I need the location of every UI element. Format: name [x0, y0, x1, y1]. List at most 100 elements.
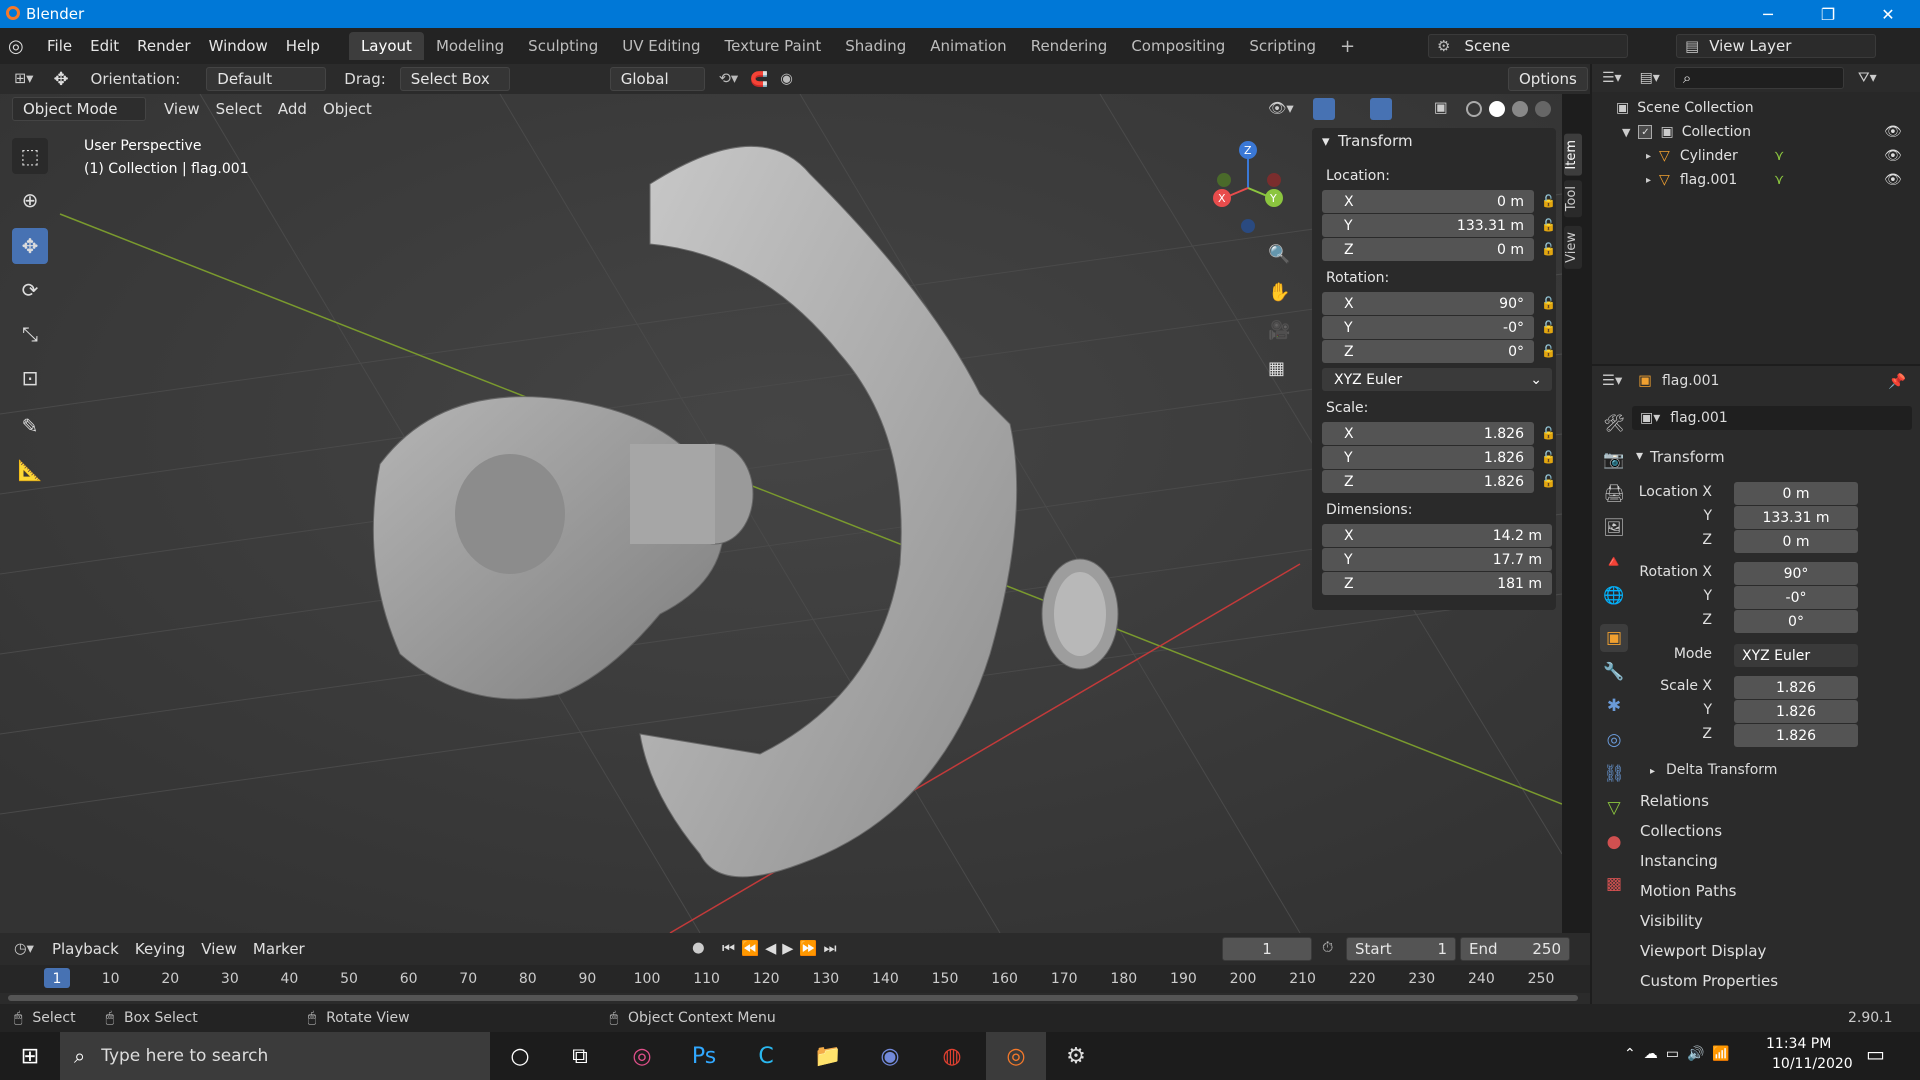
- options-dropdown[interactable]: Options: [1508, 67, 1588, 91]
- outliner-search-input[interactable]: ⌕: [1673, 67, 1844, 89]
- props-rotation-x[interactable]: 90°: [1734, 562, 1858, 585]
- tab-modeling[interactable]: Modeling: [424, 32, 516, 60]
- add-workspace-button[interactable]: +: [1328, 31, 1367, 62]
- tab-scripting[interactable]: Scripting: [1237, 32, 1328, 60]
- view-layer-selector[interactable]: ▤ View Layer: [1676, 34, 1876, 58]
- tab-compositing[interactable]: Compositing: [1119, 32, 1237, 60]
- panel-collections[interactable]: Collections: [1640, 822, 1722, 840]
- playback-menu[interactable]: Playback: [44, 937, 127, 961]
- windows-start-icon[interactable]: ⊞: [6, 1038, 54, 1074]
- eye-icon[interactable]: 👁: [1884, 172, 1902, 188]
- pin-icon[interactable]: 📌: [1888, 373, 1906, 390]
- start-frame-field[interactable]: Start 1: [1346, 937, 1456, 961]
- lock-icon[interactable]: 🔓: [1541, 474, 1556, 488]
- panel-instancing[interactable]: Instancing: [1640, 852, 1718, 870]
- proportional-edit-icon[interactable]: ◉: [780, 71, 793, 87]
- outliner-editor-icon[interactable]: ☰▾: [1602, 70, 1622, 86]
- props-location-y[interactable]: 133.31 m: [1734, 506, 1858, 529]
- menu-render[interactable]: Render: [128, 37, 199, 55]
- properties-editor-icon[interactable]: ☰▾: [1602, 373, 1622, 389]
- panel-custom-properties[interactable]: Custom Properties: [1640, 972, 1778, 990]
- display-mode-icon[interactable]: ▤▾: [1640, 70, 1660, 86]
- drag-dropdown[interactable]: Select Box: [399, 67, 510, 91]
- keying-menu[interactable]: Keying: [127, 937, 193, 961]
- texture-props-icon[interactable]: ▩: [1600, 870, 1628, 898]
- object-menu[interactable]: Object: [315, 97, 380, 121]
- orientation-dropdown[interactable]: Default: [206, 67, 327, 91]
- task-view-icon[interactable]: ⧉: [556, 1038, 604, 1074]
- timeline-view-menu[interactable]: View: [193, 937, 245, 961]
- np-location-x[interactable]: X0 m: [1322, 190, 1534, 213]
- menu-file[interactable]: File: [38, 37, 81, 55]
- props-rotation-y[interactable]: -0°: [1734, 586, 1858, 609]
- outliner-item-flag[interactable]: ▸ ▽ flag.001 ⋎ 👁: [1592, 168, 1920, 192]
- props-mode-dropdown[interactable]: XYZ Euler: [1734, 644, 1858, 667]
- panel-visibility[interactable]: Visibility: [1640, 912, 1703, 930]
- select-box-tool[interactable]: ⬚: [12, 138, 48, 174]
- pan-hand-icon[interactable]: ✋: [1268, 282, 1290, 303]
- np-rotation-mode-dropdown[interactable]: XYZ Euler ⌄: [1322, 368, 1552, 391]
- clock-icon[interactable]: ⏱: [1322, 940, 1333, 956]
- lock-icon[interactable]: 🔓: [1541, 242, 1556, 256]
- tab-sculpting[interactable]: Sculpting: [516, 32, 610, 60]
- rendered-shading-icon[interactable]: [1535, 101, 1551, 117]
- np-scale-y[interactable]: Y 1.826: [1322, 446, 1534, 469]
- outliner-item-cylinder[interactable]: ▸ ▽ Cylinder ⋎ 👁: [1592, 144, 1920, 168]
- transform-tool[interactable]: ⊡: [12, 360, 48, 396]
- overlay-toggle-icon[interactable]: [1370, 98, 1392, 120]
- app-c-icon[interactable]: C: [742, 1038, 790, 1074]
- lock-icon[interactable]: 🔓: [1541, 296, 1556, 310]
- blender-taskbar-icon[interactable]: ◎: [986, 1032, 1046, 1080]
- np-scale-x[interactable]: X 1.826: [1322, 422, 1534, 445]
- taskbar-search-box[interactable]: ⌕ Type here to search: [60, 1032, 490, 1080]
- eye-icon[interactable]: 👁: [1884, 148, 1902, 164]
- lock-icon[interactable]: 🔓: [1541, 194, 1556, 208]
- props-delta-transform[interactable]: Delta Transform: [1666, 762, 1777, 778]
- snap-icon[interactable]: 🧲: [750, 71, 768, 88]
- photoshop-icon[interactable]: Ps: [680, 1038, 728, 1074]
- end-frame-field[interactable]: End 250: [1460, 937, 1570, 961]
- tab-uv-editing[interactable]: UV Editing: [610, 32, 712, 60]
- ortho-grid-icon[interactable]: ▦: [1268, 358, 1285, 379]
- np-rotation-y[interactable]: Y -0°: [1322, 316, 1534, 339]
- props-scale-z[interactable]: 1.826: [1734, 724, 1858, 747]
- expand-arrow-icon[interactable]: ▸: [1650, 766, 1655, 777]
- material-props-icon[interactable]: ●: [1600, 828, 1628, 856]
- tab-texture-paint[interactable]: Texture Paint: [712, 32, 833, 60]
- scene-selector[interactable]: ⚙ Scene: [1428, 34, 1628, 58]
- constraints-props-icon[interactable]: ⛓: [1600, 760, 1628, 788]
- scale-tool[interactable]: ⤡: [12, 316, 48, 352]
- lock-icon[interactable]: 🔓: [1541, 344, 1556, 358]
- tab-rendering[interactable]: Rendering: [1019, 32, 1120, 60]
- current-frame-field[interactable]: 1: [1222, 937, 1312, 961]
- rotate-tool[interactable]: ⟳: [12, 272, 48, 308]
- lock-icon[interactable]: 🔓: [1541, 426, 1556, 440]
- file-explorer-icon[interactable]: 📁: [804, 1038, 852, 1074]
- outliner-collection[interactable]: ▼ ✓ ▣ Collection 👁: [1592, 120, 1920, 144]
- render-props-icon[interactable]: 📷: [1600, 446, 1628, 474]
- props-location-x[interactable]: 0 m: [1734, 482, 1858, 505]
- np-dimension-y[interactable]: Y 17.7 m: [1322, 548, 1552, 571]
- minimize-button[interactable]: ─: [1740, 0, 1796, 28]
- np-rotation-x[interactable]: X 90°: [1322, 292, 1534, 315]
- panel-viewport-display[interactable]: Viewport Display: [1640, 942, 1766, 960]
- lock-icon[interactable]: 🔓: [1541, 218, 1556, 232]
- record-icon[interactable]: ●: [692, 940, 705, 956]
- tab-shading[interactable]: Shading: [833, 32, 918, 60]
- tab-animation[interactable]: Animation: [918, 32, 1018, 60]
- np-location-y[interactable]: Y 133.31 m: [1322, 214, 1534, 237]
- expand-arrow-icon[interactable]: ▸: [1646, 175, 1651, 186]
- np-scale-z[interactable]: Z 1.826: [1322, 470, 1534, 493]
- steam-icon[interactable]: ⚙: [1052, 1038, 1100, 1074]
- view-menu[interactable]: View: [156, 97, 208, 121]
- select-menu[interactable]: Select: [208, 97, 270, 121]
- props-collapse-icon[interactable]: ▾: [1636, 448, 1643, 464]
- np-rotation-z[interactable]: Z 0°: [1322, 340, 1534, 363]
- visibility-icon[interactable]: 👁▾: [1268, 100, 1294, 117]
- navigation-gizmo[interactable]: Z Y X: [1200, 138, 1290, 238]
- expand-arrow-icon[interactable]: ▸: [1646, 151, 1651, 162]
- notification-icon[interactable]: ▭: [1866, 1042, 1885, 1066]
- tab-layout[interactable]: Layout: [348, 32, 424, 60]
- tool-props-icon[interactable]: 🛠: [1600, 410, 1628, 438]
- timeline-scrollbar[interactable]: [8, 995, 1578, 1001]
